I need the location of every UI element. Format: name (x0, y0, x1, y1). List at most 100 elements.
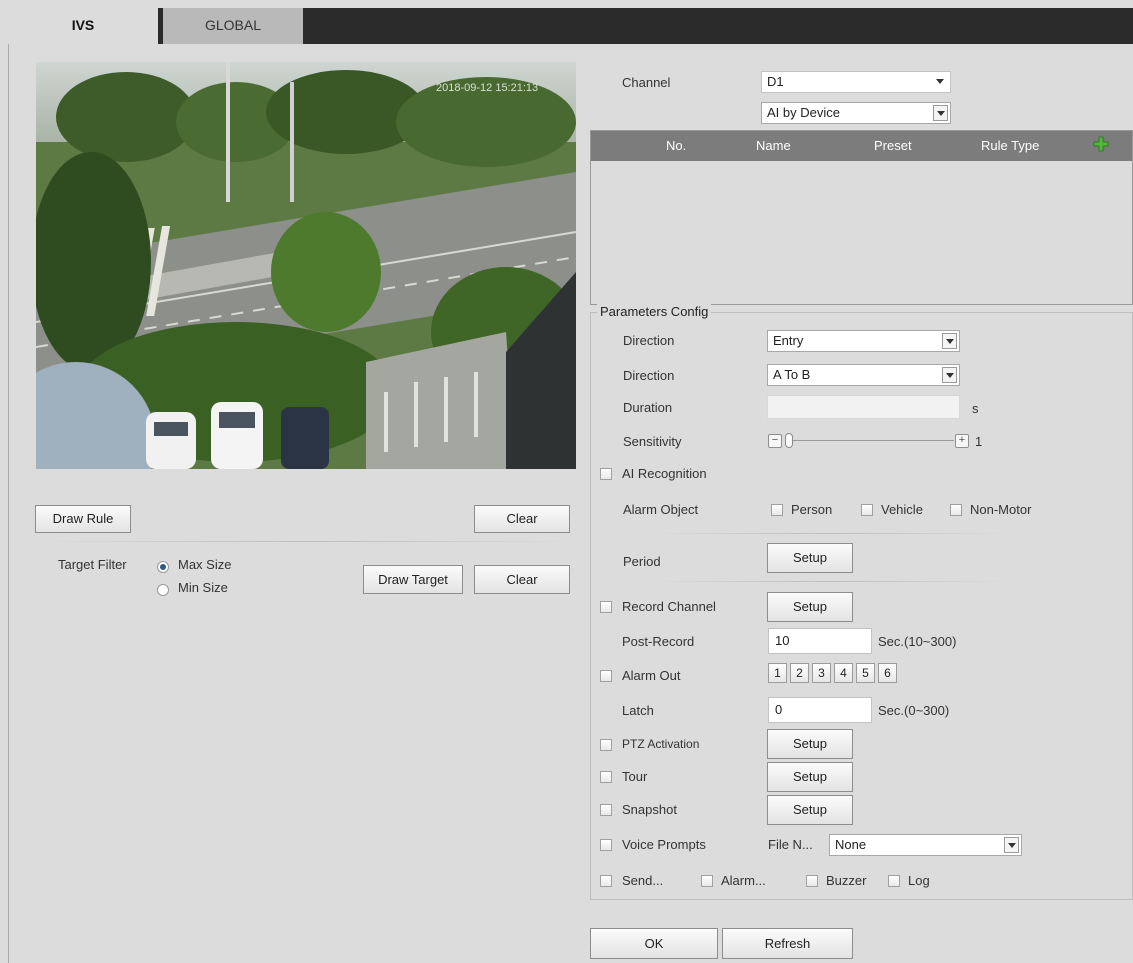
max-size-label: Max Size (178, 557, 232, 572)
direction-ab-select[interactable]: A To B (767, 364, 960, 386)
person-label: Person (791, 502, 833, 517)
divider (36, 541, 576, 542)
log-checkbox[interactable] (888, 875, 900, 887)
tour-label: Tour (622, 769, 648, 784)
post-record-input[interactable]: 10 (768, 628, 872, 654)
file-name-select[interactable]: None (829, 834, 1022, 856)
sensitivity-slider-track[interactable] (786, 440, 954, 441)
add-rule-icon[interactable] (1093, 136, 1109, 152)
alarm-out-label: Alarm Out (622, 668, 681, 683)
rule-table-header: No. Name Preset Rule Type (591, 131, 1132, 161)
ptz-setup-button[interactable]: Setup (767, 729, 853, 759)
duration-input[interactable] (767, 395, 960, 419)
max-size-radio[interactable] (157, 561, 169, 573)
tab-ivs[interactable]: IVS (8, 8, 158, 44)
parameters-config-legend: Parameters Config (597, 304, 712, 319)
send-label: Send... (622, 873, 664, 888)
send-checkbox[interactable] (600, 875, 612, 887)
person-checkbox[interactable] (771, 504, 783, 516)
direction-select[interactable]: Entry (767, 330, 960, 352)
video-preview[interactable]: 2018-09-12 15:21:13 (36, 62, 576, 469)
sensitivity-slider-handle[interactable] (785, 433, 793, 448)
alarm-out-2-button[interactable]: 2 (790, 663, 809, 683)
column-rule-type: Rule Type (981, 138, 1040, 153)
latch-range: Sec.(0~300) (878, 703, 950, 718)
tab-ivs-label: IVS (71, 17, 95, 33)
record-channel-checkbox[interactable] (600, 601, 612, 613)
chevron-down-icon (942, 367, 957, 383)
alarm-label: Alarm... (721, 873, 766, 888)
tour-checkbox[interactable] (600, 771, 612, 783)
tab-global[interactable]: GLOBAL (163, 8, 303, 44)
ok-button[interactable]: OK (590, 928, 718, 959)
channel-select-value: D1 (767, 74, 784, 89)
ai-recognition-checkbox[interactable] (600, 468, 612, 480)
sensitivity-increase-button[interactable]: + (955, 434, 969, 448)
chevron-down-icon (933, 74, 948, 90)
column-name: Name (756, 138, 791, 153)
period-label: Period (623, 554, 661, 569)
video-timestamp: 2018-09-12 15:21:13 (436, 82, 539, 94)
direction-value: Entry (773, 333, 804, 348)
chevron-down-icon (1004, 837, 1019, 853)
target-filter-label: Target Filter (58, 557, 127, 572)
clear-target-button[interactable]: Clear (474, 565, 570, 594)
voice-prompts-label: Voice Prompts (622, 837, 706, 852)
non-motor-label: Non-Motor (970, 502, 1032, 517)
clear-rule-button[interactable]: Clear (474, 505, 570, 533)
non-motor-checkbox[interactable] (950, 504, 962, 516)
sensitivity-label: Sensitivity (623, 434, 682, 449)
post-record-range: Sec.(10~300) (878, 634, 957, 649)
rule-table: No. Name Preset Rule Type (590, 130, 1133, 305)
tab-global-label: GLOBAL (204, 17, 262, 33)
column-no: No. (666, 138, 687, 153)
vehicle-label: Vehicle (881, 502, 923, 517)
vehicle-checkbox[interactable] (861, 504, 873, 516)
tour-setup-button[interactable]: Setup (767, 762, 853, 792)
column-preset: Preset (874, 138, 912, 153)
buzzer-checkbox[interactable] (806, 875, 818, 887)
alarm-out-4-button[interactable]: 4 (834, 663, 853, 683)
direction-label: Direction (623, 333, 675, 348)
snapshot-label: Snapshot (622, 802, 677, 817)
camera-scene-image (36, 62, 576, 469)
alarm-object-label: Alarm Object (623, 502, 699, 517)
min-size-label: Min Size (178, 580, 228, 595)
alarm-checkbox[interactable] (701, 875, 713, 887)
file-name-label: File N... (768, 837, 813, 852)
file-name-value: None (835, 837, 867, 852)
draw-rule-button[interactable]: Draw Rule (35, 505, 131, 533)
divider (650, 581, 1010, 582)
log-label: Log (908, 873, 930, 888)
post-record-label: Post-Record (622, 634, 695, 649)
chevron-down-icon (942, 333, 957, 349)
channel-select[interactable]: D1 (761, 71, 951, 93)
record-channel-label: Record Channel (622, 599, 716, 614)
min-size-radio[interactable] (157, 584, 169, 596)
voice-prompts-checkbox[interactable] (600, 839, 612, 851)
divider (650, 533, 1010, 534)
buzzer-label: Buzzer (826, 873, 867, 888)
ptz-activation-checkbox[interactable] (600, 739, 612, 751)
sensitivity-value: 1 (975, 434, 983, 449)
alarm-out-checkbox[interactable] (600, 670, 612, 682)
alarm-out-5-button[interactable]: 5 (856, 663, 875, 683)
chevron-down-icon (933, 105, 948, 121)
direction-ab-value: A To B (773, 367, 811, 382)
snapshot-setup-button[interactable]: Setup (767, 795, 853, 825)
ptz-activation-label: PTZ Activation (622, 737, 700, 751)
draw-target-button[interactable]: Draw Target (363, 565, 463, 594)
alarm-out-3-button[interactable]: 3 (812, 663, 831, 683)
sensitivity-decrease-button[interactable]: − (768, 434, 782, 448)
latch-input[interactable]: 0 (768, 697, 872, 723)
duration-unit: s (972, 401, 979, 416)
direction-label-2: Direction (623, 368, 675, 383)
ai-mode-select[interactable]: AI by Device (761, 102, 951, 124)
channel-label: Channel (622, 75, 671, 90)
refresh-button[interactable]: Refresh (722, 928, 853, 959)
record-channel-setup-button[interactable]: Setup (767, 592, 853, 622)
period-setup-button[interactable]: Setup (767, 543, 853, 573)
snapshot-checkbox[interactable] (600, 804, 612, 816)
alarm-out-6-button[interactable]: 6 (878, 663, 897, 683)
alarm-out-1-button[interactable]: 1 (768, 663, 787, 683)
